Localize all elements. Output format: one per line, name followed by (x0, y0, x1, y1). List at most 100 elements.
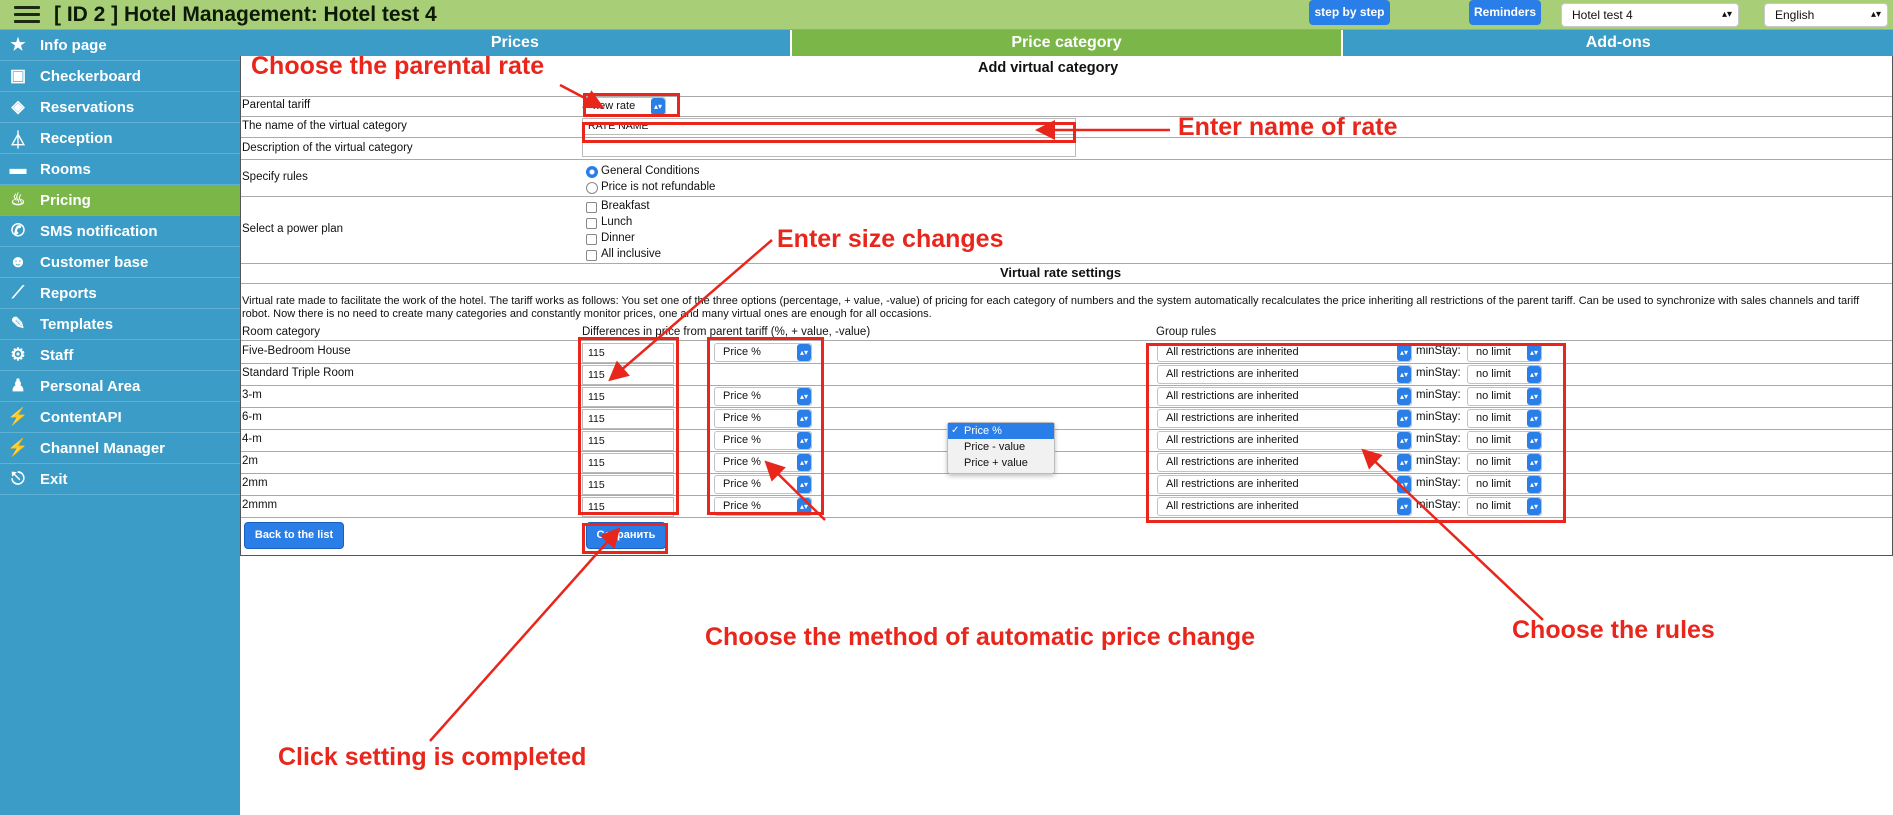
dropdown-option[interactable]: Price % (948, 423, 1054, 439)
hotel-select-value: Hotel test 4 (1572, 8, 1633, 22)
tab-add-ons[interactable]: Add-ons (1343, 30, 1893, 56)
col-room-category: Room category (242, 326, 320, 338)
step-by-step-button[interactable]: step by step (1309, 0, 1390, 25)
sidebar-item-exit[interactable]: ⎋ Exit (0, 464, 240, 495)
sidebar-item-label: Pricing (40, 191, 91, 209)
language-select-value: English (1775, 8, 1815, 22)
room-category-label: 4-m (242, 433, 262, 445)
sidebar-item-reservations[interactable]: ◈ Reservations (0, 92, 240, 123)
updown-icon: ▴▾ (1870, 9, 1881, 20)
highlight-name (582, 122, 1076, 143)
hotel-select[interactable]: Hotel test 4 ▴▾ (1561, 3, 1739, 27)
rule-general-radio[interactable] (586, 166, 598, 178)
annotation-rules: Choose the rules (1512, 616, 1715, 644)
gear-icon: ⚙ (10, 345, 26, 364)
breakfast-label: Breakfast (601, 200, 650, 212)
rules-label: Specify rules (242, 171, 308, 183)
virtual-description: Virtual rate made to facilitate the work… (242, 295, 1860, 320)
templates-icon: ✎ (10, 314, 26, 333)
sidebar-item-label: Reservations (40, 98, 135, 116)
annotation-method: Choose the method of automatic price cha… (705, 623, 1256, 651)
price-method-dropdown[interactable]: Price % Price - value Price + value (947, 422, 1055, 474)
annotation-click: Click setting is completed (278, 743, 587, 771)
sidebar-item-pricing[interactable]: ♨ Pricing (0, 185, 240, 216)
sidebar-item-label: Personal Area (40, 377, 141, 395)
all-inclusive-checkbox[interactable] (586, 250, 597, 261)
dropdown-option[interactable]: Price - value (948, 439, 1054, 455)
rule-nonrefundable-radio[interactable] (586, 182, 598, 194)
rule-nonrefundable-label: Price is not refundable (601, 181, 716, 193)
rule-general-label: General Conditions (601, 165, 700, 177)
page-title: Add virtual category (978, 60, 1119, 76)
pricing-icon: ♨ (10, 190, 26, 209)
sidebar-item-sms-notification[interactable]: ✆ SMS notification (0, 216, 240, 247)
sidebar-item-label: Reports (40, 284, 97, 302)
room-category-label: 3-m (242, 389, 262, 401)
description-label: Description of the virtual category (242, 142, 413, 154)
sidebar-item-label: Checkerboard (40, 67, 141, 85)
sidebar-item-reception[interactable]: ⏃ Reception (0, 123, 240, 154)
language-select[interactable]: English ▴▾ (1764, 3, 1888, 27)
annotation-name: Enter name of rate (1178, 113, 1398, 141)
sidebar-item-checkerboard[interactable]: ▣ Checkerboard (0, 61, 240, 92)
sidebar-item-label: Info page (40, 36, 107, 54)
sidebar-item-rooms[interactable]: ▬ Rooms (0, 154, 240, 185)
sidebar-item-label: Exit (40, 470, 68, 488)
lunch-checkbox[interactable] (586, 218, 597, 229)
sidebar-item-channel-manager[interactable]: ⚡ Channel Manager (0, 433, 240, 464)
top-bar: [ ID 2 ] Hotel Management: Hotel test 4 … (0, 0, 1893, 30)
sidebar-item-label: Reception (40, 129, 113, 147)
sidebar-item-reports[interactable]: ⟋ Reports (0, 278, 240, 309)
reminders-button[interactable]: Reminders (1469, 0, 1541, 25)
back-to-list-button[interactable]: Back to the list (244, 522, 344, 549)
bed-icon: ▬ (9, 159, 27, 178)
parental-tariff-label: Parental tariff (242, 99, 311, 111)
sidebar-item-customer-base[interactable]: ☻ Customer base (0, 247, 240, 278)
sidebar-item-contentapi[interactable]: ⚡ ContentAPI (0, 402, 240, 433)
tab-price-category[interactable]: Price category (791, 30, 1344, 56)
api-icon: ⚡ (7, 407, 29, 426)
sidebar-item-label: Customer base (40, 253, 149, 271)
menu-icon[interactable] (14, 6, 40, 24)
room-category-label: 2m (242, 455, 258, 467)
sidebar-item-templates[interactable]: ✎ Templates (0, 309, 240, 340)
col-group-rules: Group rules (1156, 326, 1217, 338)
sidebar-item-label: Rooms (40, 160, 91, 178)
checkerboard-icon: ▣ (9, 66, 27, 85)
room-category-label: 2mm (242, 477, 268, 489)
sidebar-item-label: Templates (40, 315, 114, 333)
sidebar-item-label: Staff (40, 346, 74, 364)
sms-icon: ✆ (10, 221, 26, 240)
reservations-icon: ◈ (11, 97, 25, 116)
room-category-label: Five-Bedroom House (242, 345, 351, 357)
room-category-label: 2mmm (242, 499, 278, 511)
reception-icon: ⏃ (9, 130, 27, 150)
star-icon: ★ (10, 35, 26, 54)
person-icon: ♟ (10, 376, 26, 395)
sidebar-item-label: ContentAPI (40, 408, 122, 426)
chart-icon: ⟋ (12, 283, 24, 302)
updown-icon: ▴▾ (1721, 9, 1732, 20)
sidebar: ★ Info page ▣ Checkerboard ◈ Reservations ⏃… (0, 30, 240, 815)
annotation-size: Enter size changes (777, 225, 1004, 253)
highlight-parental (583, 93, 680, 117)
sidebar-item-personal-area[interactable]: ♟ Personal Area (0, 371, 240, 402)
sidebar-item-label: Channel Manager (40, 439, 166, 457)
annotation-parental: Choose the parental rate (251, 52, 545, 80)
virtual-settings-title: Virtual rate settings (1000, 265, 1122, 280)
highlight-size (578, 337, 679, 515)
exit-icon: ⎋ (11, 469, 25, 488)
customer-icon: ☻ (9, 252, 27, 271)
name-label: The name of the virtual category (242, 120, 407, 132)
dropdown-option[interactable]: Price + value (948, 455, 1054, 471)
sidebar-item-staff[interactable]: ⚙ Staff (0, 340, 240, 371)
highlight-save (582, 523, 668, 554)
sidebar-item-info-page[interactable]: ★ Info page (0, 30, 240, 61)
power-plan-label: Select a power plan (242, 223, 344, 235)
highlight-rules (1146, 343, 1566, 523)
breakfast-checkbox[interactable] (586, 202, 597, 213)
room-category-label: Standard Triple Room (242, 367, 354, 379)
dinner-label: Dinner (601, 232, 635, 244)
highlight-method (707, 337, 824, 515)
dinner-checkbox[interactable] (586, 234, 597, 245)
